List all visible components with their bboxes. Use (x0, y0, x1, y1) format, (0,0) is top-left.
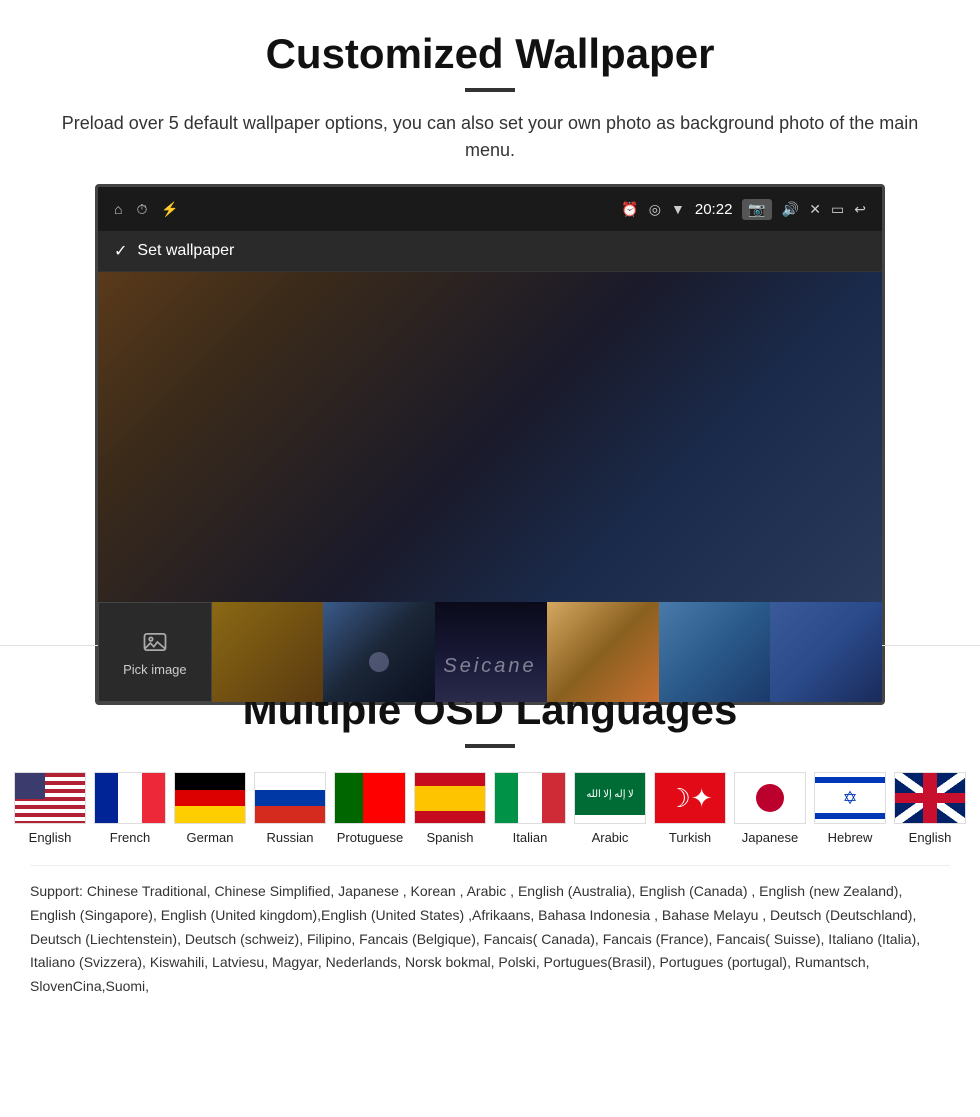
thumb-6[interactable] (659, 602, 771, 702)
status-time: 20:22 (695, 201, 733, 218)
israel-star: ✡ (842, 789, 857, 807)
flag-uk (894, 772, 966, 824)
flag-arabic: لا إله إلا الله (574, 772, 646, 824)
thumb-3[interactable] (435, 602, 547, 702)
flag-label-turkish: Turkish (669, 830, 711, 845)
wallpaper-subtitle: Preload over 5 default wallpaper options… (40, 110, 940, 164)
spain-red2 (415, 811, 485, 824)
flag-item-hebrew: ✡ Hebrew (814, 772, 886, 845)
back-icon: ↩ (854, 201, 866, 218)
wallpaper-section: Customized Wallpaper Preload over 5 defa… (0, 0, 980, 625)
flag-label-spanish: Spanish (427, 830, 474, 845)
flag-label-german: German (187, 830, 234, 845)
germany-gold (175, 806, 245, 823)
flag-japan (734, 772, 806, 824)
flag-label-italian: Italian (513, 830, 548, 845)
flags-row: English French German (30, 772, 950, 845)
germany-red (175, 790, 245, 807)
israel-stripe-top (815, 777, 885, 783)
flag-spain (414, 772, 486, 824)
flag-item-japanese: Japanese (734, 772, 806, 845)
thumb-7[interactable] (770, 602, 882, 702)
languages-section: Multiple OSD Languages English French Ge (0, 666, 980, 1029)
wallpaper-title: Customized Wallpaper (40, 30, 940, 78)
statusbar-left: ⌂ ⏱ ⚡ (114, 201, 179, 218)
thumb-5[interactable] (547, 602, 659, 702)
italy-white (518, 773, 541, 823)
flag-label-portuguese: Protuguese (337, 830, 404, 845)
japan-circle (756, 784, 784, 812)
flag-label-arabic: Arabic (592, 830, 629, 845)
pick-image-label: Pick image (123, 662, 187, 677)
location-icon: ◎ (649, 201, 661, 218)
flag-item-german: German (174, 772, 246, 845)
flag-russia (254, 772, 326, 824)
device-toolbar: ✓ Set wallpaper (98, 231, 882, 272)
france-white (118, 773, 141, 823)
flag-item-russian: Russian (254, 772, 326, 845)
title-divider (465, 88, 515, 92)
flag-label-japanese: Japanese (742, 830, 798, 845)
flag-italy (494, 772, 566, 824)
flag-item-french: French (94, 772, 166, 845)
spain-red1 (415, 773, 485, 786)
support-text: Support: Chinese Traditional, Chinese Si… (30, 865, 950, 999)
portugal-red (363, 773, 405, 823)
image-pick-icon (141, 628, 169, 656)
thumbnails-row: Pick image (98, 602, 882, 702)
france-blue (95, 773, 118, 823)
russia-white (255, 773, 325, 790)
russia-blue (255, 790, 325, 807)
flag-label-english-us: English (29, 830, 72, 845)
usb-icon: ⚡ (161, 201, 178, 218)
flag-item-turkish: ☽✦ Turkish (654, 772, 726, 845)
device-screenshot: ⌂ ⏱ ⚡ ⏰ ◎ ▼ 20:22 📷 🔊 ✕ ▭ ↩ ✓ Set wallpa… (95, 184, 885, 705)
flag-label-french: French (110, 830, 150, 845)
russia-red (255, 806, 325, 823)
window-icon: ▭ (831, 201, 844, 218)
israel-stripe-bottom (815, 813, 885, 819)
flag-portugal (334, 772, 406, 824)
france-red (142, 773, 165, 823)
italy-green (495, 773, 518, 823)
flag-israel: ✡ (814, 772, 886, 824)
flag-item-english-uk: English (894, 772, 966, 845)
wifi-icon: ▼ (671, 201, 685, 217)
clock-icon: ⏱ (136, 201, 147, 218)
flag-item-spanish: Spanish (414, 772, 486, 845)
flag-label-english-uk: English (909, 830, 952, 845)
arabic-text: لا إله إلا الله (586, 789, 633, 808)
crescent-star: ☽✦ (667, 783, 712, 814)
flag-label-hebrew: Hebrew (828, 830, 873, 845)
flag-turkey: ☽✦ (654, 772, 726, 824)
thumb-2[interactable] (323, 602, 435, 702)
statusbar-right: ⏰ ◎ ▼ 20:22 📷 🔊 ✕ ▭ ↩ (621, 199, 866, 220)
camera-icon: 📷 (742, 199, 771, 220)
pick-image-thumb[interactable]: Pick image (98, 602, 212, 702)
spain-yellow (415, 786, 485, 811)
languages-title-divider (465, 744, 515, 748)
flag-label-russian: Russian (267, 830, 314, 845)
flag-usa (14, 772, 86, 824)
flag-france (94, 772, 166, 824)
germany-black (175, 773, 245, 790)
thumb-1[interactable] (212, 602, 324, 702)
device-statusbar: ⌂ ⏱ ⚡ ⏰ ◎ ▼ 20:22 📷 🔊 ✕ ▭ ↩ (98, 187, 882, 231)
main-image-area (98, 272, 882, 602)
toolbar-label: Set wallpaper (137, 242, 234, 260)
home-icon: ⌂ (114, 201, 122, 217)
flag-item-english-us: English (14, 772, 86, 845)
italy-red (542, 773, 565, 823)
checkmark-icon: ✓ (114, 241, 127, 261)
flag-item-portuguese: Protuguese (334, 772, 406, 845)
volume-icon: 🔊 (782, 201, 799, 218)
close-icon: ✕ (809, 201, 821, 218)
flag-item-italian: Italian (494, 772, 566, 845)
flag-item-arabic: لا إله إلا الله Arabic (574, 772, 646, 845)
portugal-green (335, 773, 363, 823)
alarm-icon: ⏰ (621, 201, 638, 218)
flag-germany (174, 772, 246, 824)
